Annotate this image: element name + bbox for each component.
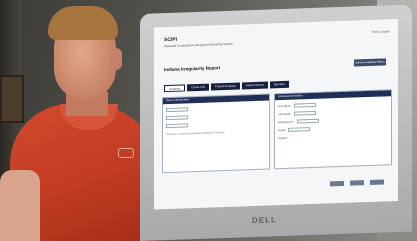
app-title: SCIPI [164,36,178,44]
report-identification-panel: Report Identification Check Box if Incid… [162,93,270,174]
form-button [350,180,364,186]
left-row [166,121,266,129]
shirt-logo [118,148,134,158]
form-button [370,179,384,185]
individual-information-panel: Individual Information First Name Last N… [274,89,392,170]
tab-0: Incidents [164,84,186,93]
left-row [166,113,266,121]
field-label: Employee No [278,120,294,124]
photo-scene: SCIPI Standard Comparative Integrated Re… [0,0,417,241]
field-label: Last Name [278,112,291,116]
tab-3: Follow Review [241,81,268,90]
laptop: SCIPI Standard Comparative Integrated Re… [140,4,412,241]
field-box [166,115,188,121]
field-label: Position [278,136,288,140]
page-title: Indiana Irregularity Report [164,65,221,73]
tab-bar: Incidents Create Info Protest & Inquiry … [164,80,290,93]
hair [48,6,118,40]
form-buttons [330,179,384,187]
app-top-links: Help | Logout [372,29,390,34]
field-row: Position [278,132,388,140]
field-row: Last Name [278,108,388,116]
field-box [166,107,188,113]
field-box [166,123,188,129]
submit-report-button: Submit Irregularity Report [354,58,386,67]
field-box [293,110,316,116]
tab-1: Create Info [187,83,210,92]
field-box [296,118,319,124]
laptop-brand-logo: DELL [252,215,277,226]
right-panel-title: Individual Information [275,90,391,101]
ear [110,48,122,70]
field-row: Employee No [278,116,388,124]
checkbox-text: Check Box if Incident Has Not Been Ident… [166,132,225,137]
field-label: First Name [278,104,291,108]
field-label: Grade [278,128,286,132]
arm [0,170,40,241]
left-panel-title: Report Identification [163,94,269,105]
laptop-screen: SCIPI Standard Comparative Integrated Re… [154,18,398,210]
field-row: First Name [278,100,388,108]
field-box [293,102,316,108]
tab-2: Protest & Inquiry [211,82,240,91]
tab-4: Narrative [269,80,290,89]
left-row [166,105,266,113]
field-box [288,127,311,132]
field-row: Grade [278,124,388,132]
form-button [330,180,344,187]
